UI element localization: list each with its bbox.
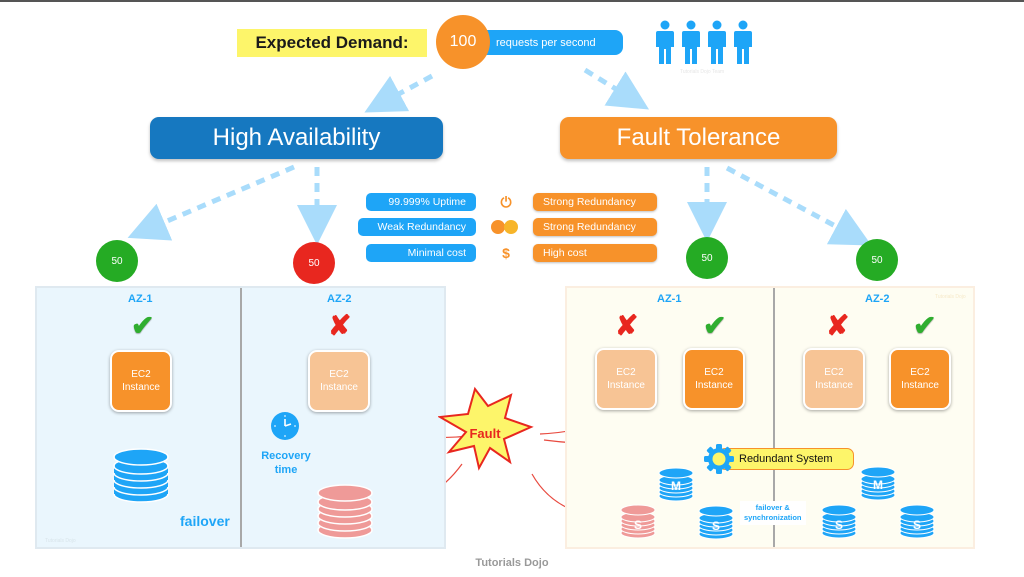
ft-az2-slave-db-icon: S — [821, 504, 857, 539]
ft-az1-load-badge: 50 — [686, 237, 728, 279]
arrow-demand-to-ha — [364, 73, 434, 113]
ft-az2-slave-db-icon: S — [899, 504, 935, 539]
ec2-label-line1: EC2 — [616, 367, 636, 378]
fault-label: Fault — [469, 426, 501, 441]
db-letter: S — [913, 518, 921, 532]
ft-az1-ec2-instance-running: EC2 Instance — [683, 348, 745, 410]
cross-icon: ✘ — [615, 310, 639, 341]
ft-az1-slave-db-icon: S — [698, 505, 734, 540]
failover-label: failover — [180, 513, 230, 529]
ec2-label-line2: Instance — [607, 380, 645, 391]
ft-redundancy-label: Strong Redundancy — [533, 218, 657, 236]
ha-az1-load-badge: 50 — [96, 240, 138, 282]
ft-az1-label: AZ-1 — [657, 293, 682, 305]
arrow-ft-to-az2 — [725, 165, 872, 246]
ft-az2-master-db-icon: M — [860, 466, 896, 501]
sync-label-line2: synchronization — [744, 513, 802, 522]
ft-az2-label: AZ-2 — [865, 293, 890, 305]
check-icon: ✔ — [913, 310, 937, 341]
ec2-label-line2: Instance — [815, 380, 853, 391]
ha-az2-ec2-instance: EC2 Instance — [308, 350, 370, 412]
ft-az1-slave-db-failed-icon: S — [620, 504, 656, 539]
ft-cost-label: High cost — [533, 244, 657, 262]
top-border — [0, 0, 1024, 2]
db-letter: S — [712, 519, 720, 533]
recovery-time-label: Recovery time — [253, 449, 319, 477]
ha-az2-database-failed-icon — [317, 484, 373, 539]
ft-az2-ec2-instance-failed: EC2 Instance — [803, 348, 865, 410]
db-letter: M — [873, 478, 883, 492]
person-icon — [656, 20, 674, 64]
fault-starburst-icon: Fault — [438, 386, 534, 471]
ec2-label-line1: EC2 — [910, 367, 930, 378]
ha-az2-label: AZ-2 — [327, 293, 352, 305]
arrow-ha-to-az1 — [127, 164, 295, 241]
ec2-label-line1: EC2 — [131, 369, 151, 380]
check-icon: ✔ — [131, 310, 155, 341]
dollar-icon: $ — [502, 245, 510, 261]
ha-az-divider — [240, 288, 242, 547]
person-icon — [734, 20, 752, 64]
db-letter: M — [671, 479, 681, 493]
sync-label-line1: failover & — [755, 503, 790, 512]
ec2-label-line2: Instance — [320, 382, 358, 393]
clock-icon — [270, 411, 300, 446]
high-availability-banner: High Availability — [150, 117, 443, 159]
db-letter: S — [835, 518, 843, 532]
ft-az1-ec2-instance-failed: EC2 Instance — [595, 348, 657, 410]
fault-tolerance-banner: Fault Tolerance — [560, 117, 837, 159]
ha-az1-database-icon — [113, 448, 169, 503]
users-group — [656, 20, 752, 64]
check-icon: ✔ — [703, 310, 727, 341]
ft-uptime-label: Strong Redundancy — [533, 193, 657, 211]
demand-value-badge: 100 — [436, 15, 490, 69]
ft-az2-load-badge: 50 — [856, 239, 898, 281]
ha-uptime-label: 99.999% Uptime — [366, 193, 476, 211]
ec2-label-line2: Instance — [122, 382, 160, 393]
cross-icon: ✘ — [826, 310, 850, 341]
ec2-label-line1: EC2 — [329, 369, 349, 380]
ft-az2-ec2-instance-running: EC2 Instance — [889, 348, 951, 410]
person-icon — [708, 20, 726, 64]
arrow-demand-to-ft — [583, 67, 650, 110]
ec2-label-line2: Instance — [901, 380, 939, 391]
failover-sync-label: failover & synchronization — [740, 501, 806, 525]
ha-watermark: Tutorials Dojo — [45, 538, 76, 544]
ha-az1-ec2-instance: EC2 Instance — [110, 350, 172, 412]
redundant-system-label: Redundant System — [718, 448, 854, 470]
person-icon — [682, 20, 700, 64]
footer-brand: Tutorials Dojo — [475, 557, 549, 569]
ha-az2-load-badge: 50 — [293, 242, 335, 284]
users-caption: Tutorials Dojo Team — [680, 69, 725, 75]
requests-per-second-label: requests per second — [470, 30, 623, 55]
db-letter: S — [634, 518, 642, 532]
gear-icon — [704, 444, 734, 474]
ec2-label-line1: EC2 — [704, 367, 724, 378]
ha-redundancy-label: Weak Redundancy — [358, 218, 476, 236]
ec2-label-line1: EC2 — [824, 367, 844, 378]
ft-watermark: Tutorials Dojo — [935, 294, 966, 300]
ft-az1-master-db-icon: M — [658, 467, 694, 502]
recovery-label-line2: time — [274, 464, 298, 476]
expected-demand-label: Expected Demand: — [237, 29, 427, 57]
ha-az1-label: AZ-1 — [128, 293, 153, 305]
power-icon: ⏻ — [500, 193, 512, 210]
ec2-label-line2: Instance — [695, 380, 733, 391]
recovery-label-line1: Recovery — [261, 450, 311, 462]
redundancy-circles-icon — [490, 219, 520, 235]
ha-cost-label: Minimal cost — [366, 244, 476, 262]
cross-icon: ✘ — [328, 310, 352, 341]
